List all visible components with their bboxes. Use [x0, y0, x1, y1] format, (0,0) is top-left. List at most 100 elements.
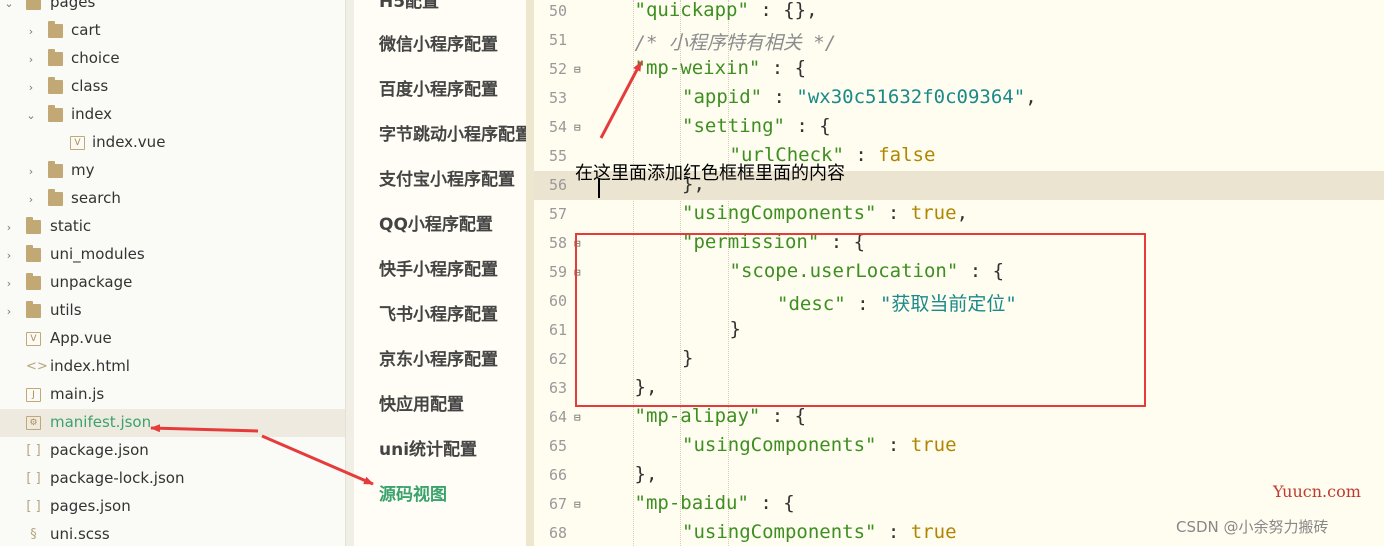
file-tree-item[interactable]: [ ] package-lock.json: [0, 465, 345, 493]
line-number: 63: [548, 379, 567, 397]
file-tree-item[interactable]: ⚙ manifest.json: [0, 409, 345, 437]
line-number: 54: [548, 118, 567, 136]
code-line[interactable]: 67 ⊟ "mp-baidu" : {: [534, 490, 1384, 519]
chevron-down-icon[interactable]: ⌄: [4, 0, 14, 10]
file-tree-item[interactable]: › search: [0, 185, 345, 213]
code-text: "quickapp" : {},: [634, 0, 818, 21]
code-line[interactable]: 53 "appid" : "wx30c51632f0c09364",: [534, 84, 1384, 113]
file-tree-item[interactable]: › uni_modules: [0, 241, 345, 269]
code-line[interactable]: 65 "usingComponents" : true: [534, 432, 1384, 461]
code-line[interactable]: 51 /* 小程序特有相关 */: [534, 26, 1384, 55]
file-tree-item[interactable]: Jmain.js: [0, 381, 345, 409]
file-tree-label: choice: [71, 49, 120, 67]
code-text: "usingComponents" : true: [682, 434, 957, 456]
line-number: 51: [548, 31, 567, 49]
file-tree-label: uni.scss: [50, 525, 110, 543]
chevron-right-icon[interactable]: ›: [26, 165, 36, 178]
file-tree-label: search: [71, 189, 121, 207]
config-nav-item[interactable]: 支付宝小程序配置: [379, 165, 515, 190]
code-line[interactable]: 50 "quickapp" : {},: [534, 0, 1384, 26]
code-line[interactable]: 66},: [534, 461, 1384, 490]
file-tree-label: package-lock.json: [50, 469, 185, 487]
line-number: 50: [548, 2, 567, 20]
chevron-right-icon[interactable]: ›: [26, 193, 36, 206]
chevron-right-icon[interactable]: ›: [26, 81, 36, 94]
code-line[interactable]: 64 ⊟ "mp-alipay" : {: [534, 403, 1384, 432]
code-line[interactable]: 54 ⊟ "setting" : {: [534, 113, 1384, 142]
file-tree-item[interactable]: <> index.html: [0, 353, 345, 381]
file-tree-item[interactable]: ⌄ index: [0, 101, 345, 129]
file-tree-label: index: [71, 105, 113, 123]
file-tree-item[interactable]: › cart: [0, 17, 345, 45]
file-tree-item[interactable]: › choice: [0, 45, 345, 73]
code-text: "mp-weixin" : {: [634, 57, 807, 79]
file-tree-item[interactable]: § uni.scss: [0, 521, 345, 546]
chevron-right-icon[interactable]: ›: [4, 221, 14, 234]
file-tree-item[interactable]: › unpackage: [0, 269, 345, 297]
file-tree-item[interactable]: Vindex.vue: [0, 129, 345, 157]
config-nav-item[interactable]: 京东小程序配置: [379, 345, 498, 370]
config-nav-item[interactable]: uni统计配置: [379, 435, 477, 460]
chevron-right-icon[interactable]: ›: [4, 249, 14, 262]
watermark-site: Yuucn.com: [1273, 482, 1361, 501]
code-line[interactable]: 52 ⊟ "mp-weixin" : {: [534, 55, 1384, 84]
vue-file-icon: V: [70, 136, 85, 150]
chevron-right-icon[interactable]: ›: [26, 25, 36, 38]
fold-toggle-icon[interactable]: ⊟: [574, 63, 581, 76]
file-tree-item[interactable]: [ ] pages.json: [0, 493, 345, 521]
config-nav-item[interactable]: 快手小程序配置: [379, 255, 498, 280]
config-nav-item[interactable]: 字节跳动小程序配置: [379, 120, 526, 145]
config-nav-item[interactable]: 百度小程序配置: [379, 75, 498, 100]
chevron-right-icon[interactable]: ›: [4, 277, 14, 290]
code-text: "usingComponents" : true,: [682, 202, 969, 224]
fold-toggle-icon[interactable]: ⊟: [574, 498, 581, 511]
line-number: 57: [548, 205, 567, 223]
code-text: "mp-baidu" : {: [634, 492, 795, 514]
config-nav-item[interactable]: 源码视图: [379, 480, 447, 505]
annotation-text: 在这里面添加红色框框里面的内容: [575, 163, 845, 184]
config-nav-item[interactable]: QQ小程序配置: [379, 210, 493, 235]
line-number: 65: [548, 437, 567, 455]
config-nav-item[interactable]: 微信小程序配置: [379, 30, 498, 55]
fold-toggle-icon[interactable]: ⊟: [574, 121, 581, 134]
file-tree-item[interactable]: › class: [0, 73, 345, 101]
chevron-down-icon[interactable]: ⌄: [26, 109, 36, 122]
code-line[interactable]: 57 "usingComponents" : true,: [534, 200, 1384, 229]
folder-icon: [26, 0, 41, 10]
file-tree-label: index.html: [50, 357, 130, 375]
folder-icon: [26, 217, 41, 234]
file-tree-label: static: [50, 217, 92, 235]
line-number: 55: [548, 147, 567, 165]
manifest-config-nav: H5配置微信小程序配置 百度小程序配置字节跳动小程序配置 支付宝小程序配置 QQ小程序…: [354, 0, 526, 546]
file-tree-item[interactable]: ⌄ pages: [0, 0, 345, 17]
folder-icon: [26, 301, 41, 318]
file-tree-label: pages.json: [50, 497, 131, 515]
json-file-icon: [ ]: [26, 443, 41, 458]
file-tree-item[interactable]: [ ] package.json: [0, 437, 345, 465]
file-tree-item[interactable]: › my: [0, 157, 345, 185]
chevron-right-icon[interactable]: ›: [4, 305, 14, 318]
panel-divider[interactable]: [526, 0, 534, 546]
code-text: "usingComponents" : true: [682, 521, 957, 543]
code-text: "setting" : {: [682, 115, 831, 137]
chevron-right-icon[interactable]: ›: [26, 53, 36, 66]
scss-file-icon: §: [30, 527, 37, 542]
code-text: },: [634, 463, 658, 485]
panel-divider[interactable]: [345, 0, 354, 546]
file-tree-label: manifest.json: [50, 413, 152, 431]
file-tree-item[interactable]: V App.vue: [0, 325, 345, 353]
fold-toggle-icon[interactable]: ⊟: [574, 411, 581, 424]
nav-item-partial[interactable]: H5配置: [379, 0, 439, 12]
html-file-icon: <>: [26, 359, 48, 374]
folder-icon: [26, 245, 41, 262]
file-tree-label: main.js: [50, 385, 105, 403]
file-tree-item[interactable]: › static: [0, 213, 345, 241]
file-tree-item[interactable]: › utils: [0, 297, 345, 325]
file-tree-label: my: [71, 161, 95, 179]
file-tree-label: cart: [71, 21, 101, 39]
code-text: "mp-alipay" : {: [634, 405, 807, 427]
config-nav-item[interactable]: 快应用配置: [379, 390, 464, 415]
line-number: 56: [548, 176, 567, 194]
config-nav-item[interactable]: 飞书小程序配置: [379, 300, 498, 325]
folder-icon: [48, 77, 63, 94]
